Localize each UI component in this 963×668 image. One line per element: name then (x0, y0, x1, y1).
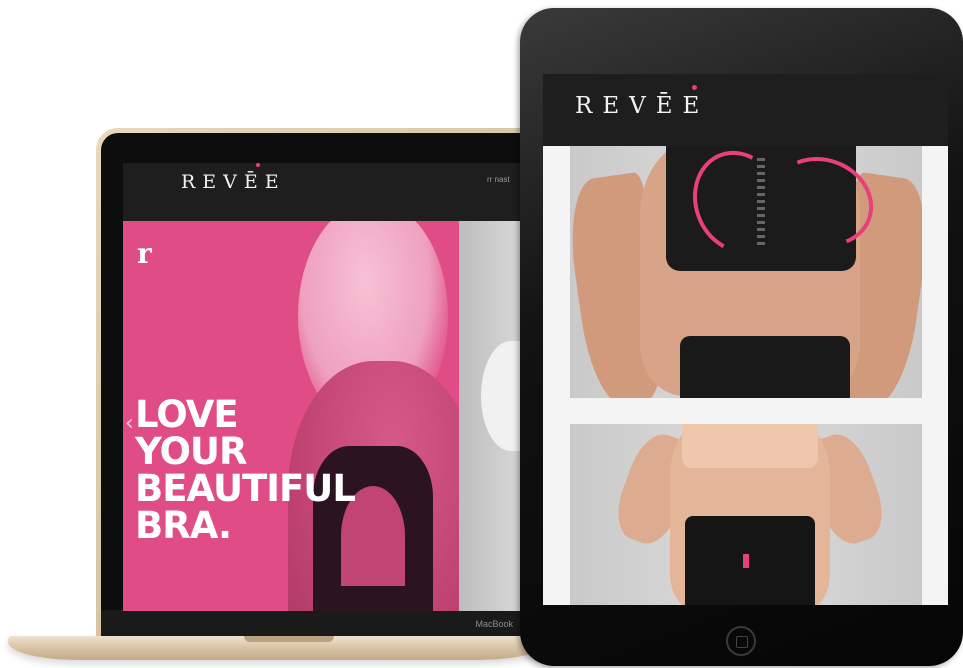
brand-logo[interactable]: REVĒE (575, 93, 709, 119)
front-closure-bra (666, 146, 886, 271)
laptop-base (8, 636, 548, 660)
home-button-icon[interactable] (726, 626, 756, 656)
compression-pants (680, 336, 850, 398)
brand-monogram: r (137, 237, 152, 270)
laptop-notch (244, 636, 334, 642)
product-gallery (543, 146, 948, 605)
next-slide-image (481, 341, 523, 451)
logo-accent-dot (256, 163, 260, 167)
logo-accent-dot (692, 85, 697, 90)
bra-hook-closure (757, 158, 765, 248)
product-photo-bra[interactable] (570, 146, 922, 398)
hero-headline-line: YOUR (135, 430, 247, 473)
nav-link[interactable]: rr nast (487, 175, 510, 184)
hero-headline-line: BRA. (135, 504, 232, 547)
hero-headline-line: LOVE (135, 393, 239, 436)
hero-headline: LOVE YOUR BEAUTIFUL BRA. (135, 393, 356, 547)
nude-bra (682, 424, 818, 468)
product-photo-garment[interactable] (570, 424, 922, 605)
chevron-left-icon[interactable]: ‹ (125, 411, 134, 436)
tablet-screen: REVĒE (543, 74, 948, 605)
hero-banner: r ‹ LOVE YOUR BEAUTIFUL BRA. (123, 221, 459, 611)
laptop-model-label: MacBook (475, 619, 513, 629)
camera-icon (741, 40, 748, 47)
laptop-chin: MacBook (101, 610, 541, 636)
compression-pants (685, 516, 815, 605)
tablet-site-header: REVĒE (543, 74, 948, 146)
hero-headline-line: BEAUTIFUL (135, 467, 356, 510)
next-slide-preview[interactable] (459, 221, 523, 611)
brand-logo[interactable]: REVĒE (181, 171, 286, 193)
laptop-site-header: REVĒE rr nast (123, 163, 523, 221)
laptop-screen: REVĒE rr nast r ‹ LOVE YOUR BEAUTIFUL BR… (123, 163, 523, 611)
pants-pull-tab (743, 554, 749, 568)
